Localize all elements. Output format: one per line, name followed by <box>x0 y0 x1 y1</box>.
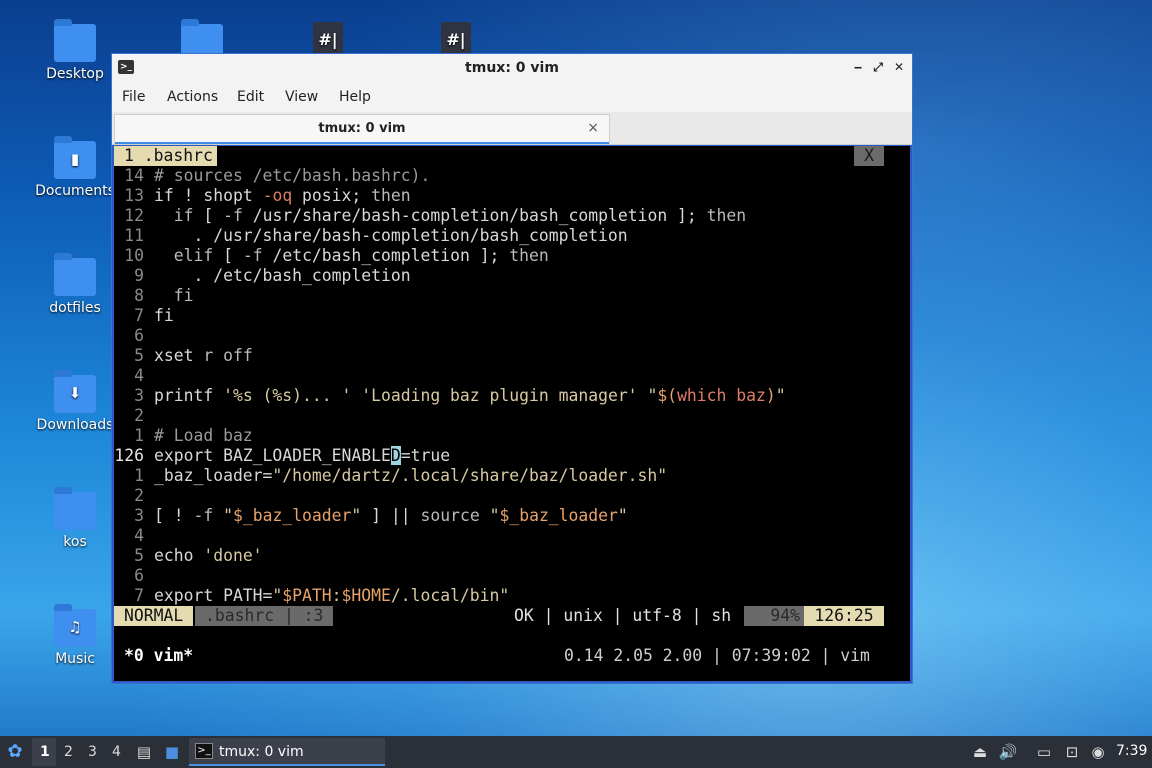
code-line: 2 <box>134 406 144 425</box>
tmux-window-list[interactable]: *0 vim* <box>124 646 193 666</box>
tab-label: tmux: 0 vim <box>318 121 406 136</box>
clipboard-icon[interactable]: ⏏ <box>970 742 990 762</box>
network-icon[interactable]: ⊡ <box>1062 742 1082 762</box>
desktop-icon-label: Documents <box>35 183 115 199</box>
desktop-icon-kos[interactable]: kos <box>35 487 115 550</box>
code-line: 3 printf '%s (%s)... ' 'Loading baz plugi… <box>134 386 786 405</box>
desktop-icon-downloads[interactable]: ⬇ Downloads <box>35 370 115 433</box>
code-line: 4 <box>134 366 144 385</box>
desktop-icon-label: dotfiles <box>49 300 101 316</box>
menu-bar: File Actions Edit View Help <box>112 82 912 112</box>
code-line: 12 if [ -f /usr/share/bash-completion/ba… <box>124 206 747 225</box>
code-line: 14 # sources /etc/bash.bashrc). <box>124 166 431 185</box>
window-titlebar[interactable]: >_ tmux: 0 vim ‒ ⤢ ✕ <box>112 54 912 82</box>
terminal-icon: >_ <box>195 743 213 759</box>
minimize-button[interactable]: ‒ <box>850 59 866 75</box>
code-line: 1 _baz_loader="/home/dartz/.local/share/b… <box>134 466 668 485</box>
vim-buffer-line: 1 .bashrc X <box>114 146 910 166</box>
tmux-status-bar: *0 vim* 0.14 2.05 2.00 | 07:39:02 | vim <box>114 646 910 666</box>
tab-close-icon[interactable]: × <box>587 120 599 136</box>
folder-documents-icon: ▮ <box>54 136 96 179</box>
code-line: 2 <box>134 486 144 505</box>
desktop-icon-dotfiles[interactable]: dotfiles <box>35 253 115 316</box>
code-line: 6 <box>134 566 144 585</box>
code-line-current: 126 export BAZ_LOADER_ENABLED=true <box>114 446 451 465</box>
desktop-icon-label: Music <box>55 651 95 667</box>
taskbar-task-label: tmux: 0 vim <box>219 744 304 760</box>
folder-downloads-icon: ⬇ <box>54 370 96 413</box>
code-line: 7 export PATH="$PATH:$HOME/.local/bin" <box>134 586 510 605</box>
code-line: 13 if ! shopt -oq posix; then <box>124 186 411 205</box>
close-button[interactable]: ✕ <box>891 59 907 75</box>
desktop-icon-documents[interactable]: ▮ Documents <box>35 136 115 199</box>
code-line: 9 . /etc/bash_completion <box>134 266 411 285</box>
code-line: 5 xset r off <box>134 346 253 365</box>
workspace-2[interactable]: 2 <box>64 744 73 760</box>
code-line: 5 echo 'done' <box>134 546 263 565</box>
menu-view[interactable]: View <box>285 89 318 105</box>
folder-icon <box>54 19 96 62</box>
vim-filename: .bashrc | :3 <box>195 606 333 626</box>
code-line: 6 <box>134 326 144 345</box>
taskbar: ✿ 1 2 3 4 ▤ ■ >_ tmux: 0 vim ⏏ 🔊 ▭ ⊡ ◉ 7… <box>0 736 1152 768</box>
desktop-icon-label: Desktop <box>46 66 104 82</box>
file-manager-icon[interactable]: ▤ <box>134 742 154 762</box>
code-line: 3[ ! -f "$_baz_loader" ] || source "$_ba… <box>134 506 628 525</box>
maximize-button[interactable]: ⤢ <box>870 59 886 75</box>
code-line: 7 fi <box>134 306 174 325</box>
app-menu-icon[interactable]: ✿ <box>5 742 25 762</box>
notes-icon[interactable]: ▭ <box>1034 742 1054 762</box>
vim-percent: 94% <box>744 606 804 626</box>
tab-active-indicator <box>115 142 609 144</box>
folder-music-icon: ♫ <box>54 604 96 647</box>
menu-help[interactable]: Help <box>339 89 371 105</box>
updates-icon[interactable]: ◉ <box>1088 742 1108 762</box>
code-line: 11 . /usr/share/bash-completion/bash_com… <box>124 226 628 245</box>
tab-bar: tmux: 0 vim × <box>112 112 912 145</box>
folder-icon <box>54 253 96 296</box>
desktop-icon-label: Downloads <box>36 417 114 433</box>
workspace-4[interactable]: 4 <box>112 744 121 760</box>
show-desktop-icon[interactable]: ■ <box>162 742 182 762</box>
code-line: 8 fi <box>134 286 194 305</box>
vim-cursor-position: 126:25 <box>804 606 884 626</box>
desktop-icon-music[interactable]: ♫ Music <box>35 604 115 667</box>
vim-statusline: NORMAL .bashrc | :3 OK | unix | utf-8 | … <box>114 606 910 626</box>
vim-file-info: OK | unix | utf-8 | sh <box>514 606 732 625</box>
workspace-3[interactable]: 3 <box>88 744 97 760</box>
taskbar-task-terminal[interactable]: >_ tmux: 0 vim <box>189 738 385 766</box>
code-line: 1 # Load baz <box>134 426 253 445</box>
tab-tmux[interactable]: tmux: 0 vim × <box>114 114 610 144</box>
terminal-window: >_ tmux: 0 vim ‒ ⤢ ✕ File Actions Edit V… <box>111 53 913 684</box>
vim-cursor: D <box>390 446 401 465</box>
code-line: 10 elif [ -f /etc/bash_completion ]; the… <box>124 246 549 265</box>
tmux-status-right: 0.14 2.05 2.00 | 07:39:02 | vim <box>564 646 870 665</box>
menu-edit[interactable]: Edit <box>237 89 264 105</box>
desktop-icon-label: kos <box>63 534 87 550</box>
desktop-icon-desktop[interactable]: Desktop <box>35 19 115 82</box>
code-line: 4 <box>134 526 144 545</box>
vim-mode: NORMAL <box>114 606 194 626</box>
menu-actions[interactable]: Actions <box>167 89 218 105</box>
vim-buffer-close[interactable]: X <box>854 146 884 166</box>
terminal-area[interactable]: 1 .bashrc X 14 # sources /etc/bash.bashrc… <box>114 146 910 681</box>
volume-icon[interactable]: 🔊 <box>998 742 1018 762</box>
vim-buffer-tab[interactable]: 1 .bashrc <box>114 146 217 166</box>
folder-icon <box>54 487 96 530</box>
workspace-1[interactable]: 1 <box>40 744 50 760</box>
window-title: tmux: 0 vim <box>465 60 559 76</box>
menu-file[interactable]: File <box>122 89 145 105</box>
clock[interactable]: 7:39 <box>1116 743 1147 759</box>
